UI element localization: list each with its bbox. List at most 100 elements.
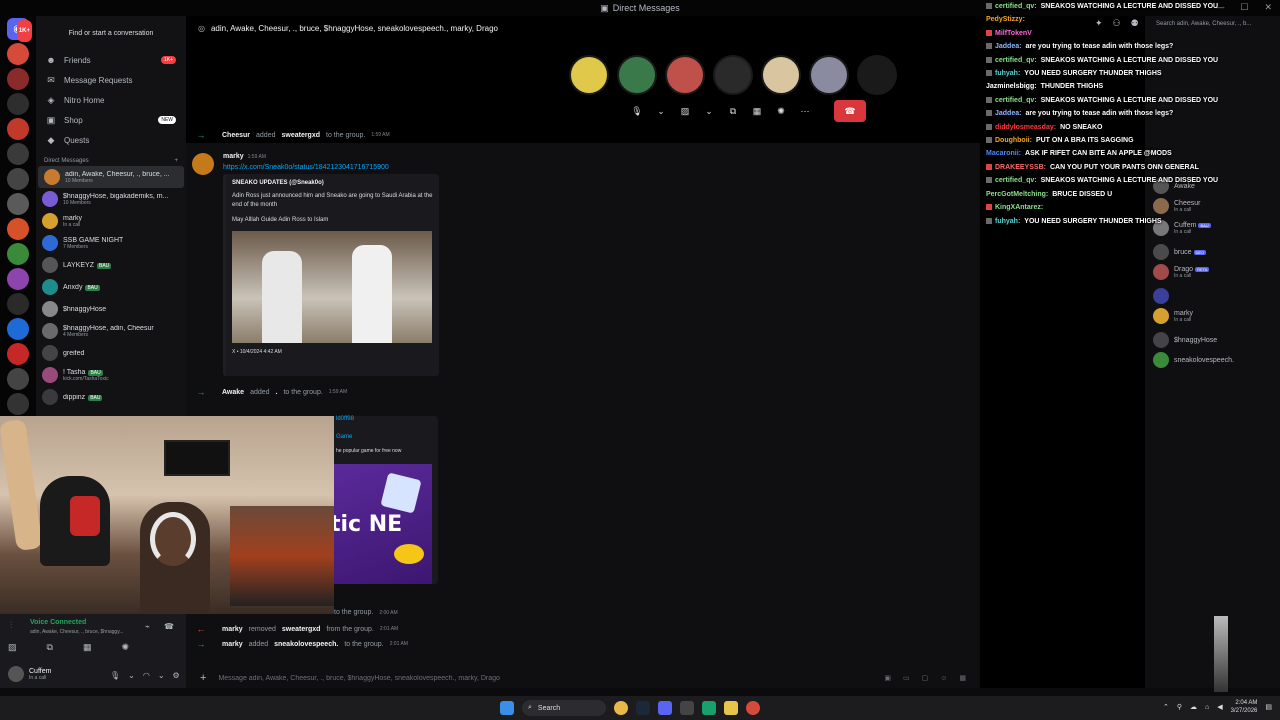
discord-home-icon[interactable]: ◉1K+ xyxy=(7,18,32,42)
sys-target[interactable]: sneakolovespeech. xyxy=(274,641,338,648)
message-link[interactable]: https://x.com/Sneak0o/status/18421230417… xyxy=(223,164,389,171)
taskbar-search[interactable]: ⌕ Search xyxy=(522,700,606,716)
folder-icon[interactable] xyxy=(724,701,738,715)
server-icon[interactable] xyxy=(7,193,29,215)
sys-user[interactable]: marky xyxy=(222,626,243,633)
gift-icon[interactable]: ▣ xyxy=(884,674,891,682)
chevron-down-icon[interactable]: ⌄ xyxy=(652,102,670,120)
nav-item-quests[interactable]: ◆ Quests xyxy=(36,130,186,150)
more-icon[interactable]: ⋯ xyxy=(796,102,814,120)
server-icon[interactable] xyxy=(7,318,29,340)
microphone-icon[interactable]: 🎙 xyxy=(628,102,646,120)
sys-target[interactable]: sweatergxd xyxy=(282,626,321,633)
embed-image[interactable] xyxy=(232,231,432,343)
disconnect-icon[interactable]: ☎ xyxy=(164,622,174,631)
settings-icon[interactable]: ⚙ xyxy=(173,671,180,680)
embed-title[interactable]: SNEAKO UPDATES (@Sneak0o) xyxy=(232,180,433,186)
dm-item[interactable]: marky In a call xyxy=(36,210,186,232)
dm-item[interactable]: adin, Awake, Cheesur, ., bruce, ... 10 Me… xyxy=(38,166,184,188)
dm-item[interactable]: dippinz BAU xyxy=(36,386,186,408)
browser-icon[interactable] xyxy=(746,701,760,715)
nav-item-message-requests[interactable]: ✉ Message Requests xyxy=(36,70,186,90)
server-icon[interactable] xyxy=(7,243,29,265)
sys-target[interactable]: sweatergxd xyxy=(281,132,320,139)
dm-item[interactable]: $hnaggyHose, bigakademiks, m... 10 Member… xyxy=(36,188,186,210)
discord-icon[interactable] xyxy=(658,701,672,715)
steam-icon[interactable] xyxy=(636,701,650,715)
server-icon[interactable] xyxy=(7,268,29,290)
member-item[interactable] xyxy=(1153,288,1174,304)
server-icon[interactable] xyxy=(7,168,29,190)
server-icon[interactable] xyxy=(7,118,29,140)
chrome-icon[interactable] xyxy=(614,701,628,715)
voice-channel[interactable]: adin, Awake, Cheesur, ., bruce, $hnaggy.… xyxy=(30,629,140,635)
disconnect-button[interactable]: ☎ xyxy=(834,100,866,122)
microphone-icon[interactable]: 🎙 xyxy=(110,671,120,680)
app-icon[interactable] xyxy=(702,701,716,715)
embed2-title[interactable]: Game xyxy=(336,434,352,440)
screen-share-icon[interactable]: ⧉ xyxy=(47,642,53,653)
sys-user[interactable]: Cheesur xyxy=(222,132,250,139)
avatar[interactable] xyxy=(192,153,214,175)
author-name[interactable]: marky xyxy=(223,153,244,160)
participant-tile[interactable] xyxy=(857,55,897,95)
soundboard-icon[interactable]: ✺ xyxy=(772,102,790,120)
chevron-up-icon[interactable]: ⌃ xyxy=(1163,703,1169,711)
maximize-button[interactable]: ☐ xyxy=(1240,2,1248,13)
avatar[interactable] xyxy=(8,666,24,682)
chevron-down-icon[interactable]: ⌄ xyxy=(158,671,165,680)
member-item[interactable]: sneakolovespeech. xyxy=(1153,352,1234,368)
create-dm-icon[interactable]: + xyxy=(174,158,178,164)
message-author[interactable]: marky 1:59 AM xyxy=(223,153,266,160)
apps-icon[interactable]: ▦ xyxy=(959,674,966,682)
attach-plus-icon[interactable]: + xyxy=(200,672,206,684)
sticker-icon[interactable]: ▢ xyxy=(922,674,929,682)
emoji-icon[interactable]: ☺ xyxy=(940,675,947,682)
nav-item-nitro-home[interactable]: ◈ Nitro Home xyxy=(36,90,186,110)
participant-tile[interactable] xyxy=(761,55,801,95)
location-icon[interactable]: ⚲ xyxy=(1177,703,1182,711)
participant-tile[interactable] xyxy=(617,55,657,95)
server-icon[interactable] xyxy=(7,393,29,415)
dm-item[interactable]: LAYKEYZ BAU xyxy=(36,254,186,276)
activities-icon[interactable]: ▦ xyxy=(748,102,766,120)
sys-user[interactable]: marky xyxy=(222,641,243,648)
server-icon[interactable] xyxy=(7,368,29,390)
close-button[interactable]: ✕ xyxy=(1264,2,1272,13)
server-icon[interactable] xyxy=(7,343,29,365)
server-icon[interactable] xyxy=(7,218,29,240)
screen-share-icon[interactable]: ⧉ xyxy=(724,102,742,120)
signal-icon[interactable]: ⫶ xyxy=(10,620,12,631)
server-icon[interactable] xyxy=(7,293,29,315)
embed-link-tail[interactable]: ld0ff98 xyxy=(336,416,354,422)
nav-item-friends[interactable]: ☻ Friends 1K+ xyxy=(36,50,186,70)
server-icon[interactable] xyxy=(7,143,29,165)
dm-item[interactable]: $hnaggyHose xyxy=(36,298,186,320)
sys-target[interactable]: . xyxy=(276,389,278,396)
member-item[interactable]: marky In a call xyxy=(1153,308,1193,324)
noise-suppression-icon[interactable]: ⌁ xyxy=(145,622,150,631)
participant-tile[interactable] xyxy=(809,55,849,95)
participant-tile[interactable] xyxy=(665,55,705,95)
game-art[interactable]: tic NE xyxy=(334,464,432,584)
camera-off-icon[interactable]: ▨ xyxy=(676,102,694,120)
dm-item[interactable]: greifed xyxy=(36,342,186,364)
member-item[interactable]: $hnaggyHose xyxy=(1153,332,1217,348)
volume-icon[interactable]: ◀ xyxy=(1217,703,1222,711)
soundboard-icon[interactable]: ✺ xyxy=(121,642,129,653)
user-panel[interactable]: Cuffem In a call xyxy=(8,666,51,682)
nav-item-shop[interactable]: ▣ Shop NEW xyxy=(36,110,186,130)
app-icon[interactable] xyxy=(680,701,694,715)
participant-tile[interactable] xyxy=(713,55,753,95)
chevron-down-icon[interactable]: ⌄ xyxy=(128,671,135,680)
chevron-down-icon[interactable]: ⌄ xyxy=(700,102,718,120)
activities-icon[interactable]: ▦ xyxy=(83,642,92,653)
notifications-icon[interactable]: ▤ xyxy=(1265,703,1272,711)
member-item[interactable]: bruce DEO xyxy=(1153,244,1207,260)
dm-item[interactable]: ! Tasha BAU kick.com/TashaToxic xyxy=(36,364,186,386)
find-conversation-button[interactable]: Find or start a conversation xyxy=(44,20,178,46)
headphones-icon[interactable]: ◠ xyxy=(143,671,150,680)
member-item[interactable]: Drago RETA In a call xyxy=(1153,264,1210,280)
dm-item[interactable]: Anxdy BAU xyxy=(36,276,186,298)
start-icon[interactable] xyxy=(500,701,514,715)
